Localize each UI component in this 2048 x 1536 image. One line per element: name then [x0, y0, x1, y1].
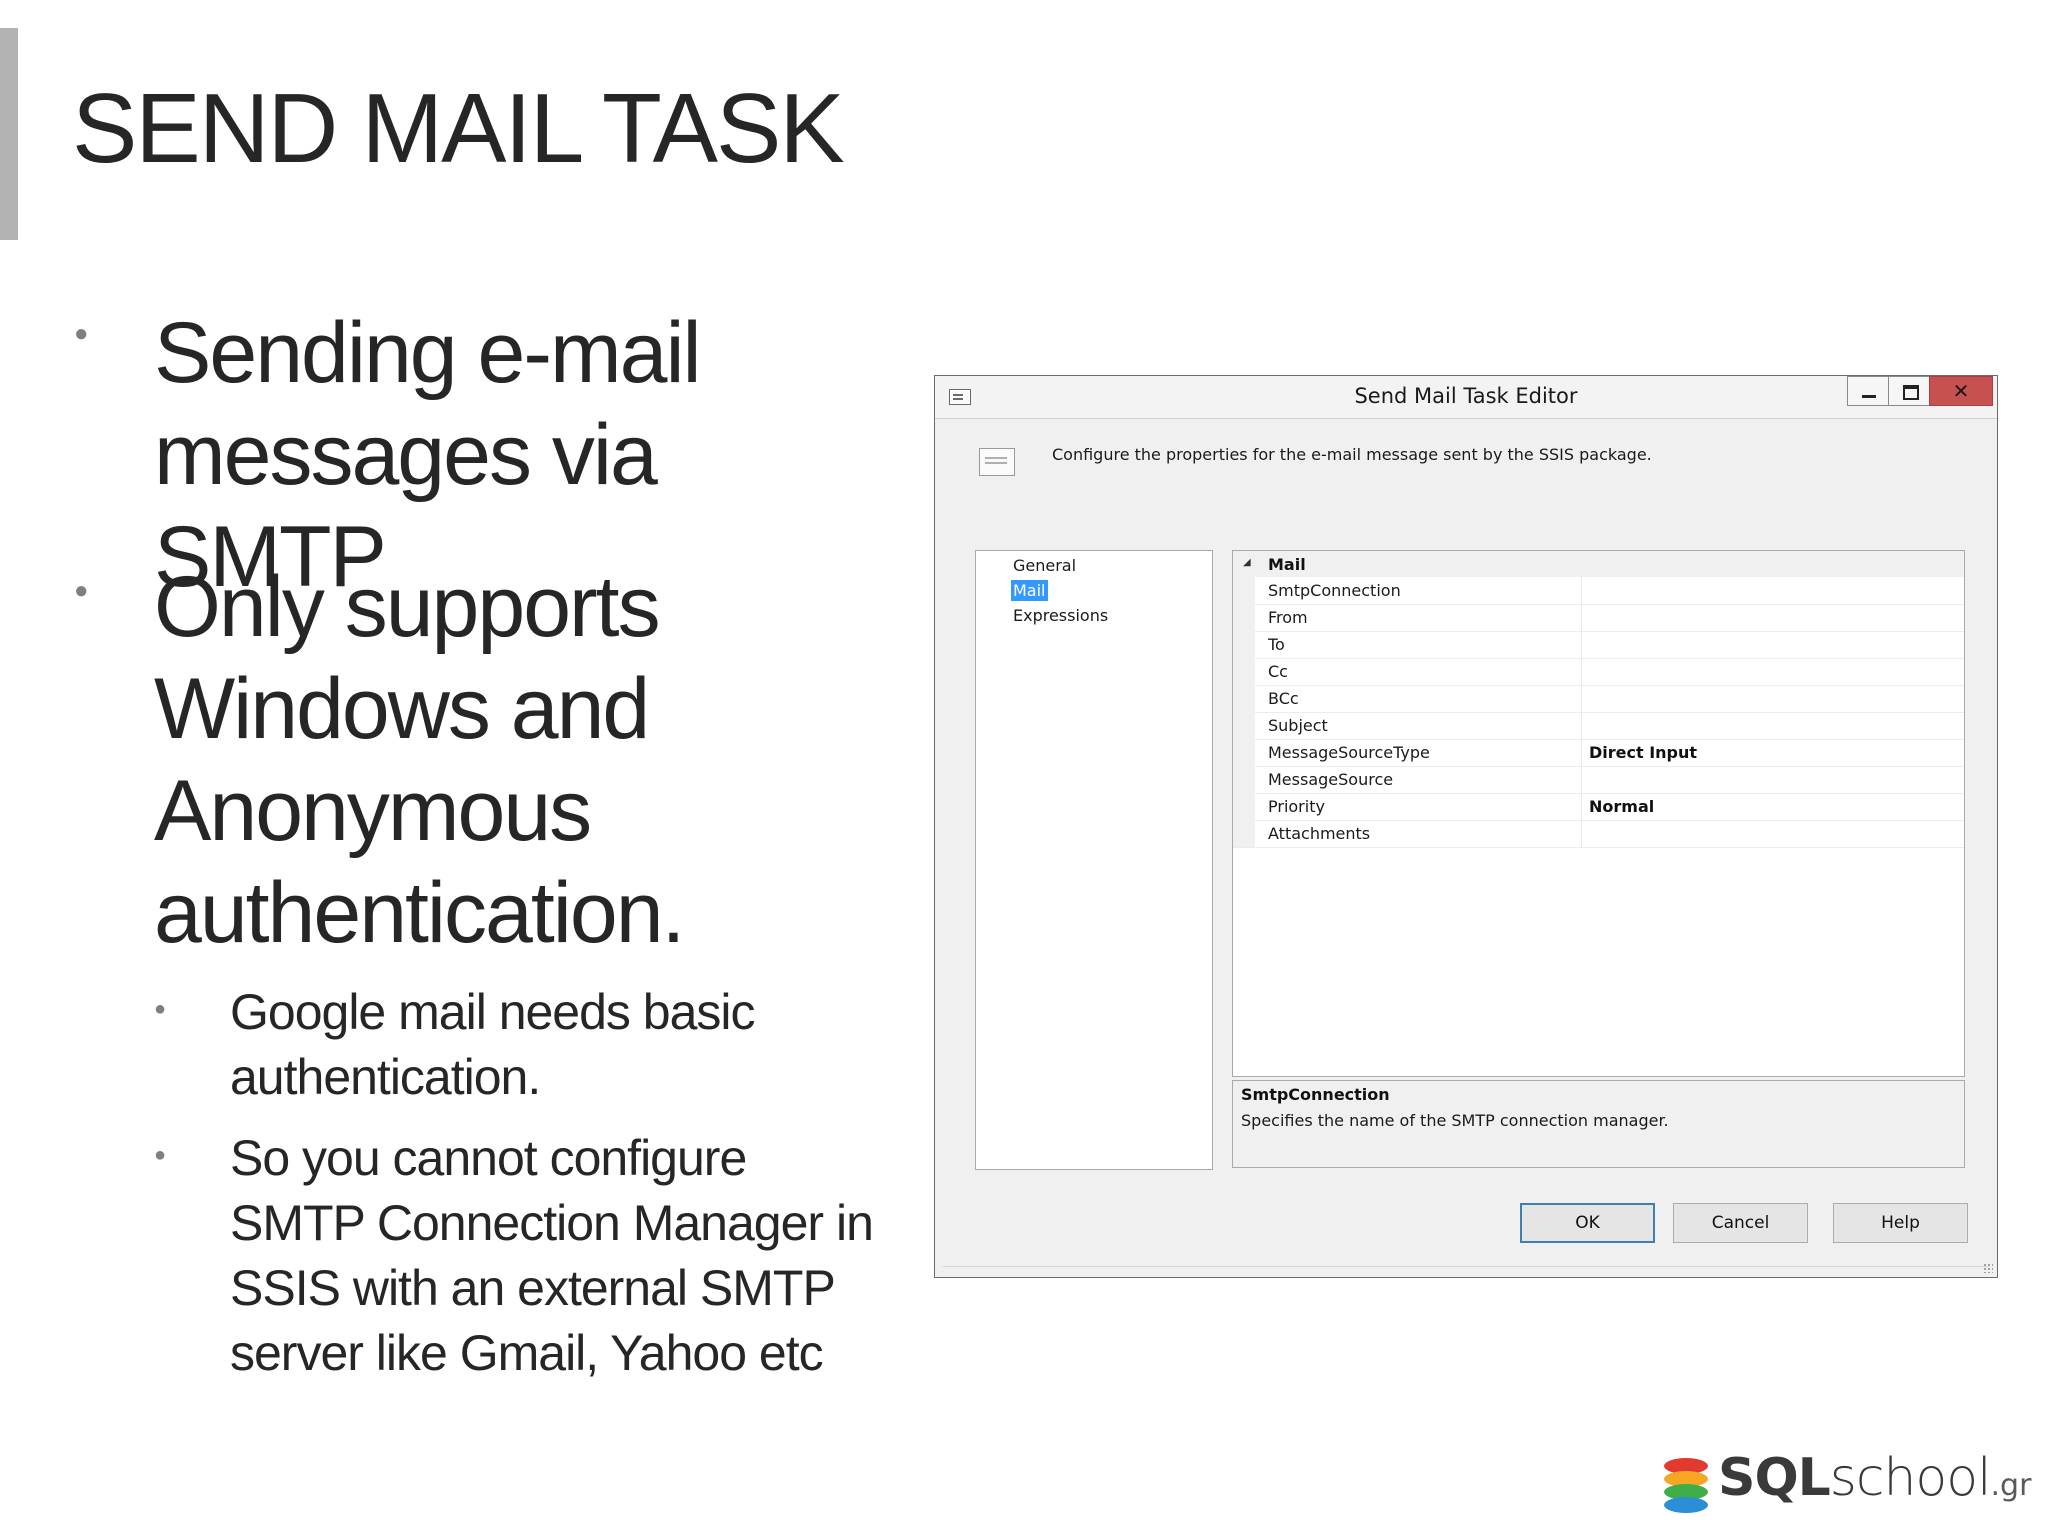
close-button[interactable]: ✕ [1929, 376, 1993, 406]
minimize-button[interactable] [1847, 376, 1889, 406]
ok-button[interactable]: OK [1520, 1203, 1655, 1243]
property-name: Cc [1268, 662, 1288, 681]
send-mail-task-editor-dialog: Send Mail Task Editor ✕ Configure the pr… [934, 375, 1998, 1278]
property-name: Attachments [1268, 824, 1371, 843]
resize-grip-icon[interactable] [1983, 1263, 1993, 1273]
property-grid: ◢ Mail SmtpConnection From To Cc BCc Sub… [1232, 550, 1965, 1077]
page-navigation-list: General Mail Expressions [975, 550, 1213, 1170]
subbullet-dot: ● [154, 1144, 167, 1166]
property-row[interactable]: Subject [1233, 712, 1964, 740]
property-value[interactable]: Direct Input [1589, 743, 1697, 762]
help-button[interactable]: Help [1833, 1203, 1968, 1243]
dialog-titlebar[interactable]: Send Mail Task Editor ✕ [935, 376, 1997, 419]
logo-wordmark: SQLschool.gr [1718, 1448, 2032, 1508]
property-row[interactable]: MessageSourceType Direct Input [1233, 739, 1964, 767]
mail-task-icon [979, 448, 1015, 476]
bullet-dot: ● [74, 577, 89, 604]
help-title: SmtpConnection [1241, 1085, 1390, 1104]
property-help-panel: SmtpConnection Specifies the name of the… [1232, 1080, 1965, 1168]
property-category-mail[interactable]: ◢ Mail [1233, 551, 1964, 577]
property-name: MessageSourceType [1268, 743, 1430, 762]
property-name: SmtpConnection [1268, 581, 1401, 600]
property-name: MessageSource [1268, 770, 1394, 789]
collapse-triangle-icon[interactable]: ◢ [1243, 557, 1251, 568]
nav-item-mail[interactable]: Mail [1011, 580, 1048, 601]
maximize-button[interactable] [1888, 376, 1930, 406]
subbullet-text: Google mail needs basic authentication. [230, 984, 756, 1105]
property-row[interactable]: Cc [1233, 658, 1964, 686]
slide-title: SEND MAIL TASK [72, 73, 845, 183]
help-description: Specifies the name of the SMTP connectio… [1241, 1111, 1669, 1130]
cancel-button[interactable]: Cancel [1673, 1203, 1808, 1243]
nav-item-general[interactable]: General [1011, 555, 1078, 576]
property-name: Priority [1268, 797, 1325, 816]
property-row[interactable]: Priority Normal [1233, 793, 1964, 821]
property-row[interactable]: MessageSource [1233, 766, 1964, 794]
subbullet-dot: ● [154, 998, 167, 1020]
property-name: BCc [1268, 689, 1299, 708]
property-row[interactable]: To [1233, 631, 1964, 659]
property-value[interactable]: Normal [1589, 797, 1654, 816]
dialog-description: Configure the properties for the e-mail … [1052, 445, 1652, 464]
property-row[interactable]: Attachments [1233, 820, 1964, 848]
nav-item-expressions[interactable]: Expressions [1011, 605, 1110, 626]
property-row[interactable]: BCc [1233, 685, 1964, 713]
sqlschool-logo: SQLschool.gr [1664, 1448, 2031, 1520]
category-label: Mail [1268, 555, 1306, 574]
dialog-divider [943, 1266, 1989, 1267]
bullet-dot: ● [74, 320, 89, 347]
database-stack-icon [1664, 1458, 1708, 1514]
dialog-title: Send Mail Task Editor [1354, 384, 1578, 408]
subbullet-text: So you cannot configure SMTP Connection … [230, 1130, 874, 1381]
bullet-text: Only supports Windows and Anonymous auth… [154, 559, 685, 961]
property-name: To [1268, 635, 1285, 654]
property-name: Subject [1268, 716, 1328, 735]
property-name: From [1268, 608, 1308, 627]
slide-accent-bar [0, 28, 18, 240]
property-row[interactable]: SmtpConnection [1233, 577, 1964, 605]
property-row[interactable]: From [1233, 604, 1964, 632]
